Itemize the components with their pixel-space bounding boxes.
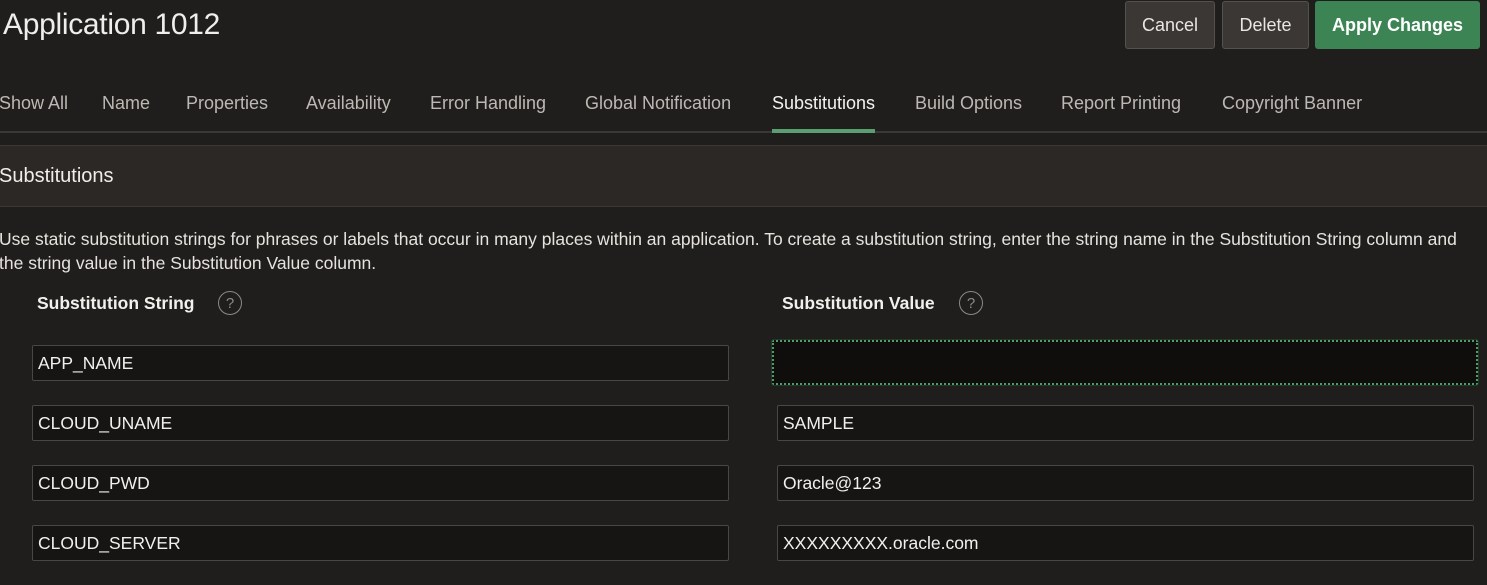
tab-global-notification[interactable]: Global Notification [585,76,731,131]
help-icon[interactable]: ? [218,291,242,315]
substitution-string-field[interactable]: CLOUD_SERVER [32,525,729,561]
substitution-string-field[interactable]: APP_NAME [32,345,729,381]
substitution-value-field[interactable]: XXXXXXXXX.oracle.com [777,525,1474,561]
tab-copyright-banner[interactable]: Copyright Banner [1222,76,1362,131]
region-header: Substitutions [0,145,1487,207]
tab-substitutions[interactable]: Substitutions [772,76,876,133]
region-title: Substitutions [0,165,114,187]
tab-show-all[interactable]: Show All [0,76,68,131]
substitution-string-field[interactable]: CLOUD_UNAME [32,405,729,441]
cancel-button[interactable]: Cancel [1125,1,1215,49]
substitution-value-field[interactable]: Oracle@123 [777,465,1474,501]
help-text: Use static substitution strings for phra… [0,229,1457,273]
page-title: Application 1012 [3,8,221,41]
substitution-string-label: Substitution String [37,293,195,313]
tab-error-handling[interactable]: Error Handling [430,76,546,131]
tab-availability[interactable]: Availability [306,76,391,131]
help-icon[interactable]: ? [959,291,983,315]
substitution-value-field[interactable]: SAMPLE [777,405,1474,441]
substitution-value-label: Substitution Value [782,293,935,313]
tab-bar: Show All Name Properties Availability Er… [0,76,1487,133]
application-page: Application 1012 Cancel Delete Apply Cha… [0,0,1487,585]
apply-changes-button[interactable]: Apply Changes [1315,1,1480,49]
tab-report-printing[interactable]: Report Printing [1061,76,1181,131]
tab-name[interactable]: Name [102,76,150,131]
tab-properties[interactable]: Properties [186,76,268,131]
delete-button[interactable]: Delete [1222,1,1309,49]
substitution-value-field[interactable] [771,339,1479,386]
substitution-string-field[interactable]: CLOUD_PWD [32,465,729,501]
tab-build-options[interactable]: Build Options [915,76,1022,131]
